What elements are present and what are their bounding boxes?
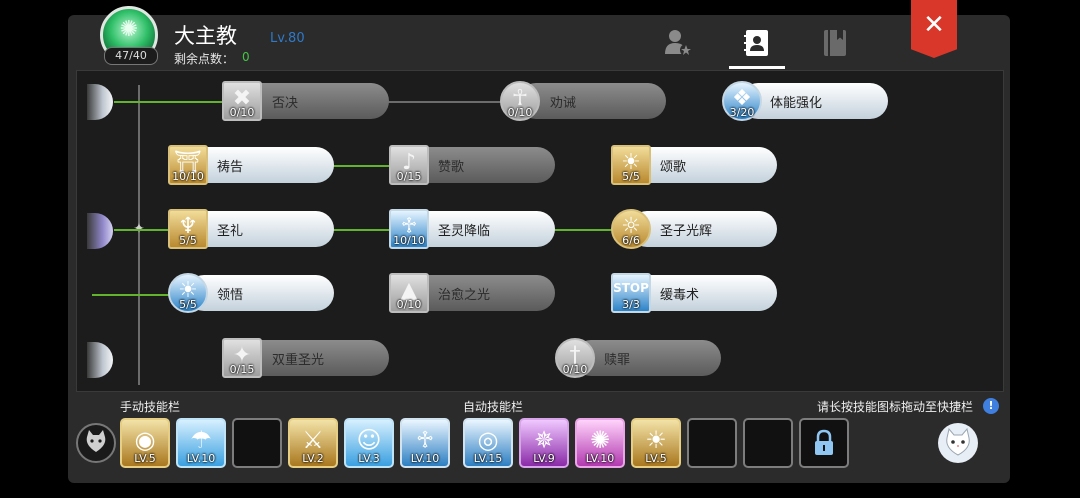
music-note-icon: ♪ 0/15	[389, 145, 429, 185]
link	[554, 229, 612, 231]
close-icon: ✕	[923, 10, 945, 40]
skill-node[interactable]: 否决 ✖ 0/10	[222, 81, 389, 121]
light-beam-icon: ▲ 0/10	[389, 273, 429, 313]
sun-crowd-icon: ☀	[645, 426, 667, 454]
skill-node[interactable]: 圣礼 ♆ 5/5	[168, 209, 334, 249]
manual-slot[interactable]: ◉ LV.5	[120, 418, 170, 468]
sparkle-icon: ✦ 0/15	[222, 338, 262, 378]
skill-node[interactable]: 劝诫 ☥ 0/10	[500, 81, 666, 121]
cat-face-icon	[946, 427, 970, 456]
tab-skill-book[interactable]	[742, 28, 772, 58]
manual-slot[interactable]: ♱ LV.10	[400, 418, 450, 468]
laurel-emblem-icon: ✺	[119, 17, 139, 42]
drag-hint: 请长按技能图标拖动至快捷栏	[817, 400, 974, 414]
cancel-x-icon: ✖ 0/10	[222, 81, 262, 121]
link	[332, 165, 390, 167]
person-star-icon	[665, 30, 692, 56]
golden-circle-icon: ◉	[134, 426, 156, 454]
info-icon[interactable]: !	[983, 398, 999, 414]
tab-character[interactable]	[663, 28, 693, 58]
crossed-swords-icon: ⚔	[302, 426, 324, 454]
auto-slot[interactable]: ✵ LV.9	[519, 418, 569, 468]
skill-node[interactable]: 治愈之光 ▲ 0/10	[389, 273, 555, 313]
pink-burst-icon: ✺	[589, 426, 611, 454]
auto-slot[interactable]: ◎ LV.15	[463, 418, 513, 468]
skill-node[interactable]: 赞歌 ♪ 0/15	[389, 145, 555, 185]
lock-icon	[815, 429, 833, 455]
halo-child-icon: ☼ 6/6	[611, 209, 651, 249]
link	[332, 229, 390, 231]
auto-slot-empty[interactable]	[687, 418, 737, 468]
kneeling-figure-icon: ☥ 0/10	[500, 81, 540, 121]
link	[114, 101, 224, 103]
auto-slot[interactable]: ✺ LV.10	[575, 418, 625, 468]
class-title: 大主教	[174, 24, 237, 48]
auto-bar-label: 自动技能栏	[463, 400, 524, 414]
class-level: Lv.80	[270, 31, 305, 46]
portrait-count: 47/40	[104, 47, 158, 65]
winged-figure-icon: ♱ 10/10	[389, 209, 429, 249]
points-value: 0	[242, 50, 250, 64]
manual-mode-button[interactable]	[76, 423, 116, 463]
contact-book-icon	[744, 30, 768, 56]
stop-sign-icon: STOP 3/3	[611, 273, 651, 313]
manual-slot-empty[interactable]	[232, 418, 282, 468]
tab-codex[interactable]	[820, 28, 850, 58]
close-button[interactable]: ✕	[911, 0, 957, 58]
link	[388, 101, 503, 103]
manual-slot[interactable]: ☺ LV.3	[344, 418, 394, 468]
book-icon	[824, 30, 846, 56]
auto-slot-empty[interactable]	[743, 418, 793, 468]
auto-slot-locked[interactable]	[799, 418, 849, 468]
blue-rain-icon: ☂	[190, 426, 212, 454]
auto-mode-button[interactable]	[938, 423, 978, 463]
prayer-arch-icon: ⛩ 10/10	[168, 145, 208, 185]
skill-node[interactable]: 缓毒术 STOP 3/3	[611, 273, 777, 313]
link	[92, 294, 170, 296]
sun-crowd-icon: ☀ 5/5	[611, 145, 651, 185]
points-label: 剩余点数：	[174, 52, 235, 66]
active-tab-indicator	[729, 66, 785, 69]
skill-node[interactable]: 颂歌 ☀ 5/5	[611, 145, 777, 185]
water-drop-icon: ❖ 3/20	[722, 81, 762, 121]
skill-node[interactable]: 体能强化 ❖ 3/20	[722, 81, 888, 121]
skill-node[interactable]: 圣子光辉 ☼ 6/6	[611, 209, 777, 249]
skill-node[interactable]: 圣灵降临 ♱ 10/10	[389, 209, 555, 249]
manual-slot[interactable]: ☂ LV.10	[176, 418, 226, 468]
angel-halo-icon: ☺	[356, 426, 382, 454]
manual-slot[interactable]: ⚔ LV.2	[288, 418, 338, 468]
skill-node[interactable]: 祷告 ⛩ 10/10	[168, 145, 334, 185]
raised-arms-icon: ♆ 5/5	[168, 209, 208, 249]
purple-wings-icon: ✵	[533, 426, 555, 454]
sword-icon: † 0/10	[555, 338, 595, 378]
auto-slot[interactable]: ☀ LV.5	[631, 418, 681, 468]
skill-node[interactable]: 领悟 ☀ 5/5	[168, 273, 334, 313]
manual-bar-label: 手动技能栏	[120, 400, 181, 414]
winged-figure-icon: ♱	[415, 426, 435, 454]
skill-node[interactable]: 赎罪 † 0/10	[555, 338, 721, 378]
target-icon: ◎	[477, 426, 499, 454]
link	[114, 229, 170, 231]
lightbulb-icon: ☀ 5/5	[168, 273, 208, 313]
skill-node[interactable]: 双重圣光 ✦ 0/15	[222, 338, 389, 378]
cat-face-dark-icon	[86, 430, 106, 452]
